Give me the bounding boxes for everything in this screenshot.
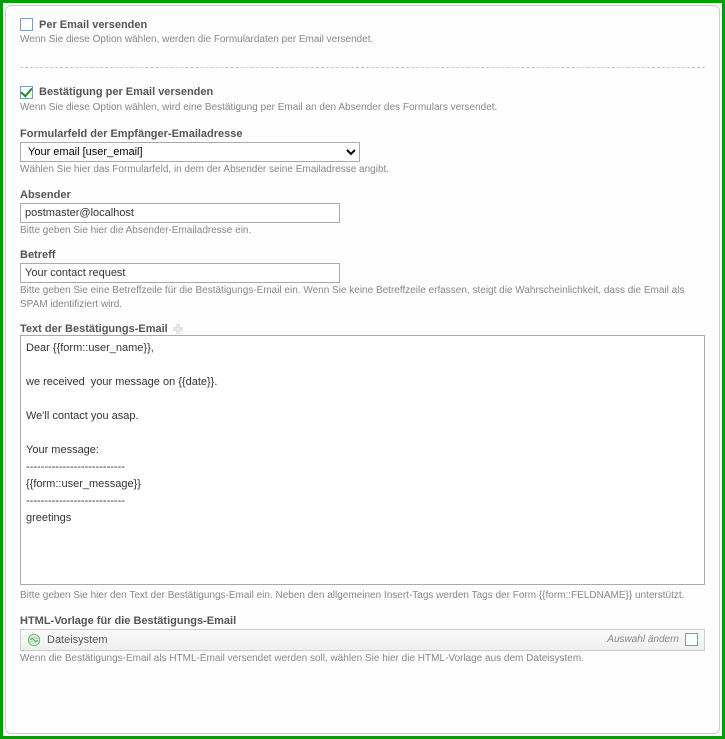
subject-label: Betreff [20,249,705,261]
recipient-field-label: Formularfeld der Empfänger-Emailadresse [20,128,705,140]
confirm-email-checkbox[interactable] [20,86,33,99]
body-text-label: Text der Bestätigungs-Email [20,323,168,335]
confirm-email-section: Bestätigung per Email versenden Wenn Sie… [20,86,705,115]
change-selection-link[interactable]: Auswahl ändern [607,634,679,645]
sender-label: Absender [20,189,705,201]
subject-input[interactable] [20,263,340,283]
recipient-field-group: Formularfeld der Empfänger-Emailadresse … [20,128,705,177]
html-template-checkbox[interactable] [685,633,698,646]
body-text-textarea[interactable] [20,335,705,585]
confirm-email-help: Wenn Sie diese Option wählen, wird eine … [20,101,705,115]
html-template-row: Dateisystem Auswahl ändern [20,629,705,651]
outer-frame: Per Email versenden Wenn Sie diese Optio… [0,0,725,739]
recipient-field-select[interactable]: Your email [user_email] [20,142,360,162]
confirm-email-label: Bestätigung per Email versenden [39,86,213,98]
expand-icon[interactable] [173,324,183,334]
html-template-label: HTML-Vorlage für die Bestätigungs-Email [20,615,705,627]
html-template-help: Wenn die Bestätigungs-Email als HTML-Ema… [20,652,705,666]
html-template-source: Dateisystem [47,634,607,646]
sender-group: Absender Bitte geben Sie hier die Absend… [20,189,705,238]
filesystem-icon [27,633,41,647]
per-email-section: Per Email versenden Wenn Sie diese Optio… [20,18,705,47]
body-text-help: Bitte geben Sie hier den Text der Bestät… [20,589,705,603]
recipient-field-help: Wählen Sie hier das Formularfeld, in dem… [20,163,705,177]
sender-input[interactable] [20,203,340,223]
sender-help: Bitte geben Sie hier die Absender-Emaila… [20,224,705,238]
form-panel: Per Email versenden Wenn Sie diese Optio… [5,5,720,734]
per-email-label: Per Email versenden [39,19,147,31]
html-template-group: HTML-Vorlage für die Bestätigungs-Email … [20,615,705,666]
per-email-help: Wenn Sie diese Option wählen, werden die… [20,33,705,47]
section-divider [20,67,705,68]
subject-help: Bitte geben Sie eine Betreffzeile für di… [20,284,705,311]
per-email-checkbox[interactable] [20,18,33,31]
body-text-group: Text der Bestätigungs-Email Bitte geben … [20,323,705,603]
subject-group: Betreff Bitte geben Sie eine Betreffzeil… [20,249,705,311]
